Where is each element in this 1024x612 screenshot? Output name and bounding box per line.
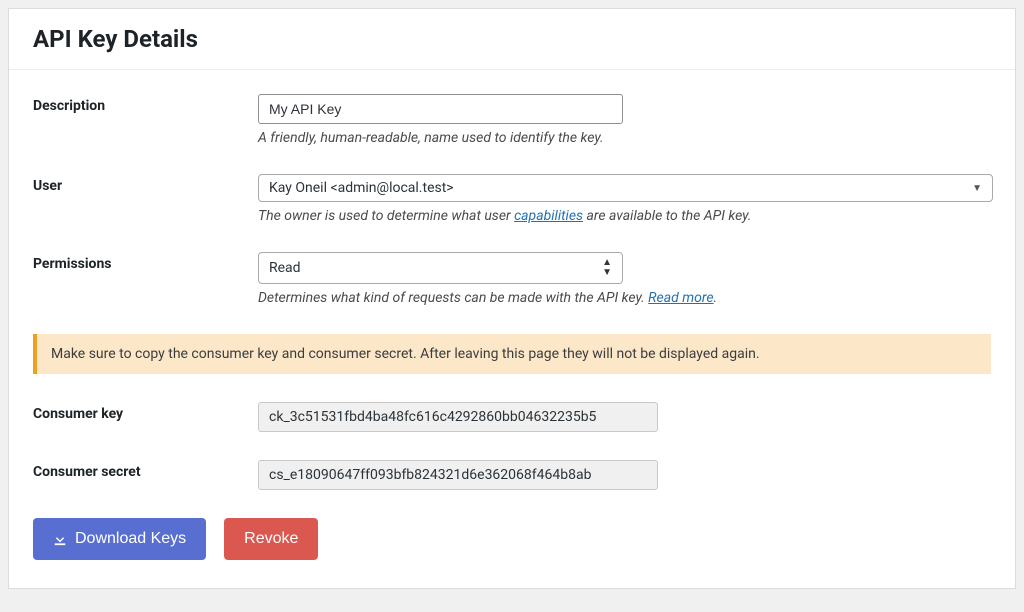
description-row: Description A friendly, human-readable, … — [33, 94, 991, 146]
button-row: Download Keys Revoke — [33, 518, 991, 560]
permissions-help-prefix: Determines what kind of requests can be … — [258, 290, 648, 306]
consumer-key-input[interactable] — [258, 402, 658, 432]
download-keys-label: Download Keys — [75, 530, 186, 548]
permissions-label: Permissions — [33, 252, 258, 272]
user-row: User Kay Oneil <admin@local.test> ▼ The … — [33, 174, 991, 224]
description-help: A friendly, human-readable, name used to… — [258, 130, 991, 146]
user-select[interactable]: Kay Oneil <admin@local.test> ▼ — [258, 174, 993, 202]
permissions-field: Read ▲▼ Determines what kind of requests… — [258, 252, 991, 306]
select-updown-icon: ▲▼ — [602, 258, 612, 278]
download-icon — [53, 532, 67, 546]
consumer-key-label: Consumer key — [33, 402, 258, 422]
consumer-key-row: Consumer key — [33, 402, 991, 432]
permissions-row: Permissions Read ▲▼ Determines what kind… — [33, 252, 991, 306]
capabilities-link[interactable]: capabilities — [514, 208, 583, 224]
panel-header: API Key Details — [9, 9, 1015, 70]
user-label: User — [33, 174, 258, 194]
api-key-details-panel: API Key Details Description A friendly, … — [8, 8, 1016, 589]
page-title: API Key Details — [33, 25, 991, 53]
dropdown-caret-icon: ▼ — [972, 183, 982, 194]
revoke-label: Revoke — [244, 530, 298, 548]
permissions-help-suffix: . — [714, 290, 718, 306]
read-more-link[interactable]: Read more — [648, 290, 713, 306]
description-label: Description — [33, 94, 258, 114]
permissions-help: Determines what kind of requests can be … — [258, 290, 991, 306]
revoke-button[interactable]: Revoke — [224, 518, 318, 560]
panel-body: Description A friendly, human-readable, … — [9, 70, 1015, 588]
user-field: Kay Oneil <admin@local.test> ▼ The owner… — [258, 174, 993, 224]
consumer-secret-label: Consumer secret — [33, 460, 258, 480]
permissions-select-value: Read — [269, 260, 301, 276]
description-input[interactable] — [258, 94, 623, 124]
user-help: The owner is used to determine what user… — [258, 208, 993, 224]
consumer-key-field — [258, 402, 991, 432]
user-help-prefix: The owner is used to determine what user — [258, 208, 514, 224]
user-help-suffix: are available to the API key. — [583, 208, 751, 224]
consumer-secret-row: Consumer secret — [33, 460, 991, 490]
consumer-secret-input[interactable] — [258, 460, 658, 490]
description-field: A friendly, human-readable, name used to… — [258, 94, 991, 146]
download-keys-button[interactable]: Download Keys — [33, 518, 206, 560]
consumer-secret-field — [258, 460, 991, 490]
permissions-select[interactable]: Read ▲▼ — [258, 252, 623, 284]
user-select-value: Kay Oneil <admin@local.test> — [269, 180, 454, 196]
copy-warning-notice: Make sure to copy the consumer key and c… — [33, 334, 991, 374]
